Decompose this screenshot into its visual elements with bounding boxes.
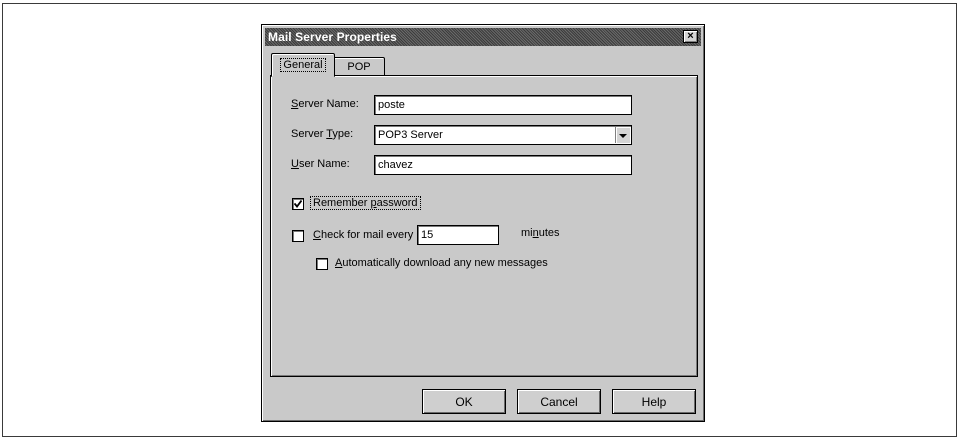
remember-password-checkbox[interactable] — [292, 198, 304, 210]
tab-pop-label: POP — [347, 61, 371, 73]
server-name-value: poste — [378, 99, 405, 111]
server-type-label: Server Type: — [291, 128, 354, 140]
user-name-input[interactable]: chavez — [374, 155, 632, 175]
tab-general-label: General — [280, 58, 326, 72]
tab-general[interactable]: General — [271, 53, 335, 77]
remember-password-label[interactable]: Remember password — [310, 196, 421, 210]
user-name-value: chavez — [378, 159, 413, 171]
check-interval-input[interactable]: 15 — [417, 225, 499, 245]
figure-frame: Mail Server Properties × General POP Ser… — [2, 3, 957, 437]
server-type-select[interactable]: POP3 Server — [374, 125, 632, 145]
cancel-button[interactable]: Cancel — [517, 389, 601, 414]
general-tab-panel: Server Name: poste Server Type: POP3 Ser… — [270, 75, 698, 377]
dialog-title: Mail Server Properties — [268, 30, 397, 44]
check-mail-checkbox[interactable] — [292, 230, 304, 242]
check-mail-label: Check for mail every — [313, 229, 414, 241]
check-interval-value: 15 — [421, 229, 434, 241]
user-name-label: User Name: — [291, 158, 350, 170]
checkmark-icon — [294, 200, 302, 208]
server-name-label: Server Name: — [291, 98, 359, 110]
title-bar[interactable]: Mail Server Properties × — [265, 28, 701, 46]
close-button[interactable]: × — [683, 30, 698, 43]
auto-download-checkbox[interactable] — [316, 258, 328, 270]
cancel-button-label: Cancel — [540, 394, 578, 409]
dropdown-button[interactable] — [615, 127, 630, 143]
close-icon: × — [687, 30, 694, 42]
chevron-down-icon — [619, 134, 627, 138]
help-button[interactable]: Help — [612, 389, 696, 414]
minutes-label: minutes — [521, 227, 560, 239]
server-type-value: POP3 Server — [378, 129, 443, 141]
ok-button[interactable]: OK — [422, 389, 506, 414]
server-name-input[interactable]: poste — [374, 95, 632, 115]
ok-button-label: OK — [455, 394, 473, 409]
tab-pop[interactable]: POP — [333, 57, 385, 76]
auto-download-label: Automatically download any new messages — [335, 257, 548, 269]
help-button-label: Help — [641, 394, 667, 409]
mail-server-properties-dialog: Mail Server Properties × General POP Ser… — [261, 24, 705, 422]
